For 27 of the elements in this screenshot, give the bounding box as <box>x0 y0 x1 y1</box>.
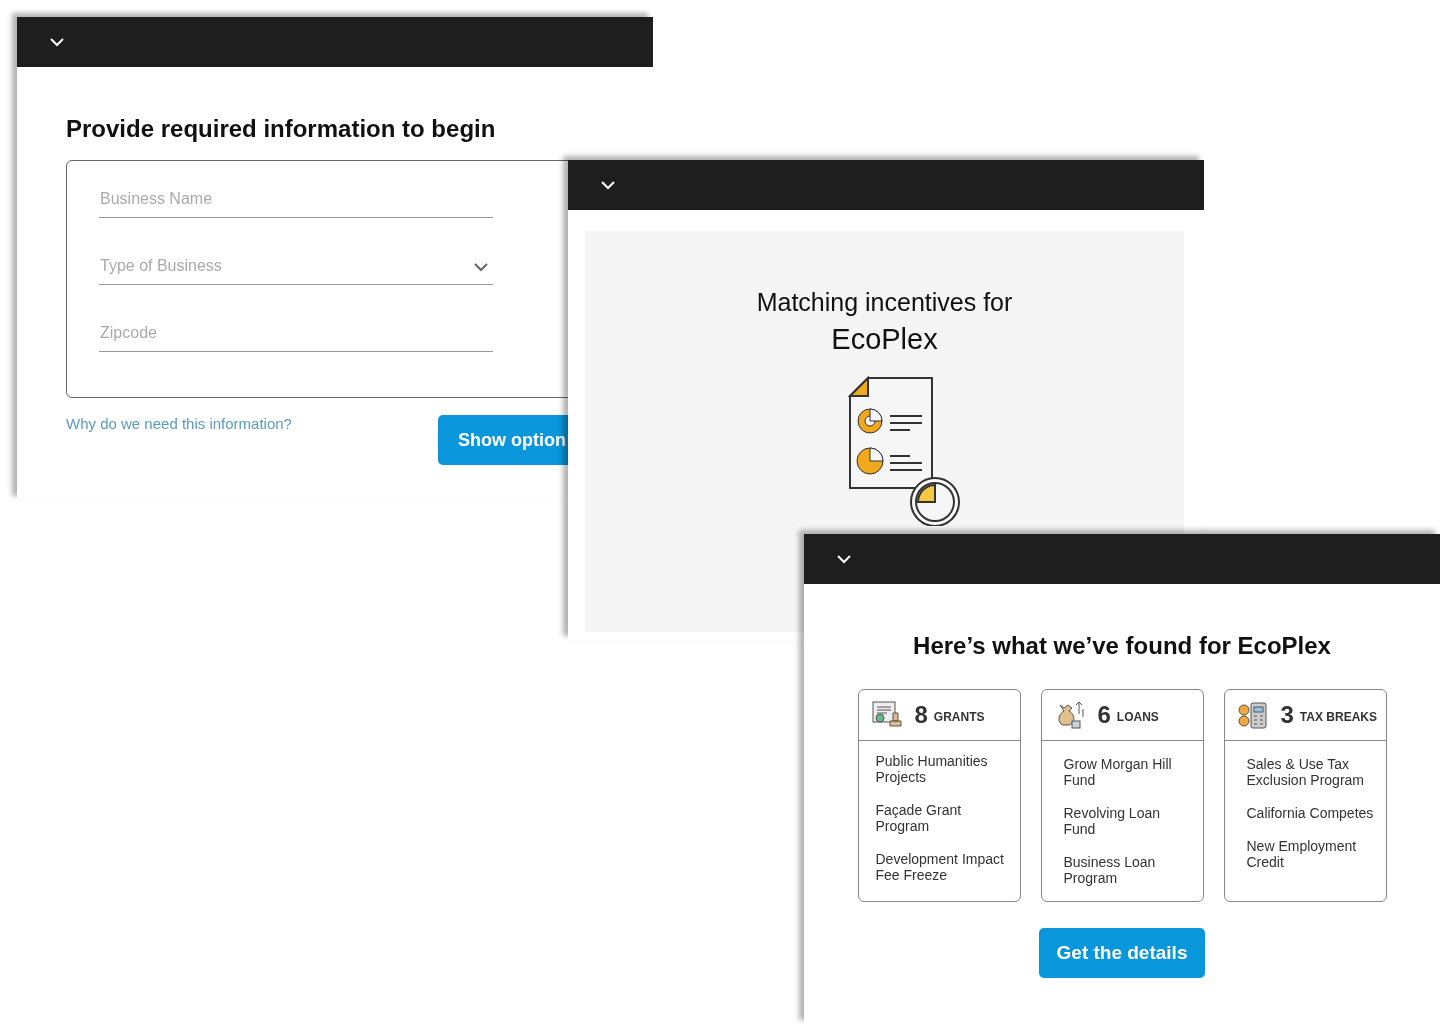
category-label: LOANS <box>1116 710 1159 724</box>
dropdown-field[interactable]: Type of Business <box>99 248 493 285</box>
chevron-down-icon <box>473 262 489 272</box>
category-count: 6 <box>1097 701 1111 729</box>
chevron-down-icon[interactable] <box>836 554 852 564</box>
incentive-item[interactable]: Sales & Use Tax Exclusion Program <box>1246 756 1378 788</box>
results-title: Here’s what we’ve found for EcoPlex <box>913 632 1331 660</box>
incentive-item[interactable]: Business Loan Program <box>1063 854 1195 886</box>
incentive-item[interactable]: Façade Grant Program <box>875 802 1012 834</box>
chevron-down-icon[interactable] <box>49 37 65 47</box>
coins-terminal-icon <box>1236 699 1269 731</box>
form-heading: Provide required information to begin <box>66 115 497 143</box>
chevron-down-icon[interactable] <box>600 180 616 190</box>
category-label: GRANTS <box>933 710 985 724</box>
incentive-item[interactable]: Grow Morgan Hill Fund <box>1063 756 1195 788</box>
company-name: EcoPlex <box>831 323 938 356</box>
incentive-item[interactable]: Development Impact Fee Freeze <box>875 851 1012 883</box>
input-field[interactable]: Zipcode <box>99 315 493 352</box>
input-field[interactable]: Business Name <box>99 181 493 218</box>
matching-text: Matching incentives for <box>756 288 1013 317</box>
incentive-item[interactable]: New Employment Credit <box>1246 838 1378 870</box>
category-count: 3 <box>1280 701 1294 729</box>
incentive-item[interactable]: Revolving Loan Fund <box>1063 805 1195 837</box>
incentive-item[interactable]: California Competes <box>1246 805 1378 821</box>
incentive-item[interactable]: Public Humanities Projects <box>875 753 1012 785</box>
category-label: TAX BREAKS <box>1299 710 1377 724</box>
category-count: 8 <box>914 701 928 729</box>
